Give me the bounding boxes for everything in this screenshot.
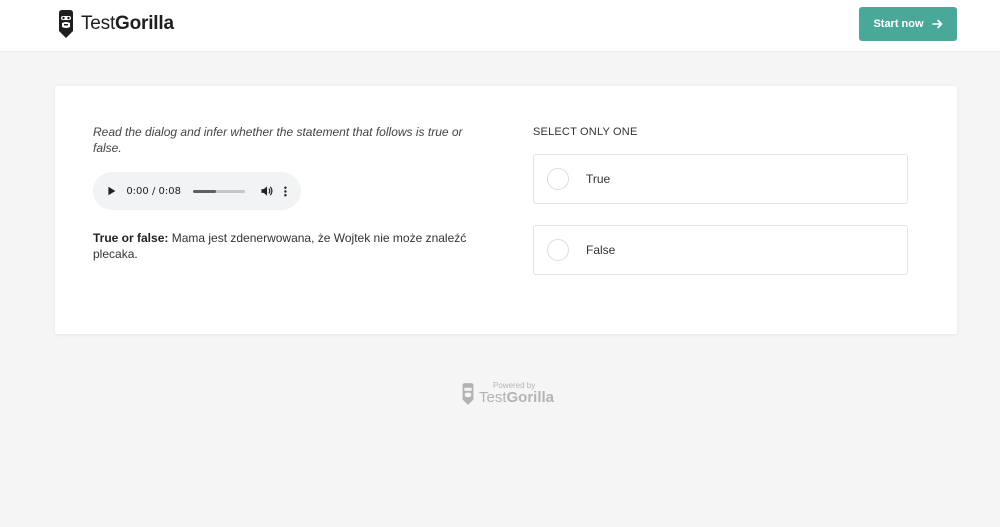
start-now-label: Start now bbox=[873, 18, 924, 30]
radio-button[interactable] bbox=[547, 239, 569, 261]
audio-progress-fill bbox=[192, 189, 217, 193]
logo-wordmark: TestGorilla bbox=[81, 13, 174, 34]
testgorilla-logo[interactable]: TestGorilla bbox=[57, 8, 174, 40]
statement-prefix: True or false: bbox=[93, 231, 169, 245]
powered-by-footer[interactable]: Powered by TestGorilla bbox=[461, 381, 554, 406]
select-only-one-label: SELECT ONLY ONE bbox=[533, 126, 638, 138]
question-instruction: Read the dialog and infer whether the st… bbox=[93, 125, 463, 155]
question-statement: True or false: Mama jest zdenerwowana, ż… bbox=[93, 230, 473, 262]
gorilla-logo-icon bbox=[59, 10, 73, 38]
audio-time: 0:00 / 0:08 bbox=[126, 185, 181, 197]
footer-wordmark: TestGorilla bbox=[479, 389, 555, 406]
answer-option-false[interactable]: False bbox=[533, 225, 908, 275]
more-options-icon[interactable] bbox=[284, 186, 287, 197]
answer-label: True bbox=[586, 172, 611, 186]
answer-option-true[interactable]: True bbox=[533, 154, 908, 204]
volume-icon[interactable] bbox=[261, 185, 273, 197]
arrow-right-icon bbox=[931, 19, 942, 29]
answer-label: False bbox=[586, 243, 616, 257]
audio-progress-slider[interactable] bbox=[192, 189, 246, 193]
gorilla-logo-icon bbox=[462, 382, 474, 405]
top-bar: TestGorilla Start now bbox=[0, 0, 1000, 52]
audio-player: 0:00 / 0:08 bbox=[93, 172, 301, 210]
radio-button[interactable] bbox=[547, 168, 569, 190]
question-card: Read the dialog and infer whether the st… bbox=[55, 86, 957, 334]
start-now-button[interactable]: Start now bbox=[859, 7, 957, 41]
play-icon[interactable] bbox=[107, 186, 116, 196]
